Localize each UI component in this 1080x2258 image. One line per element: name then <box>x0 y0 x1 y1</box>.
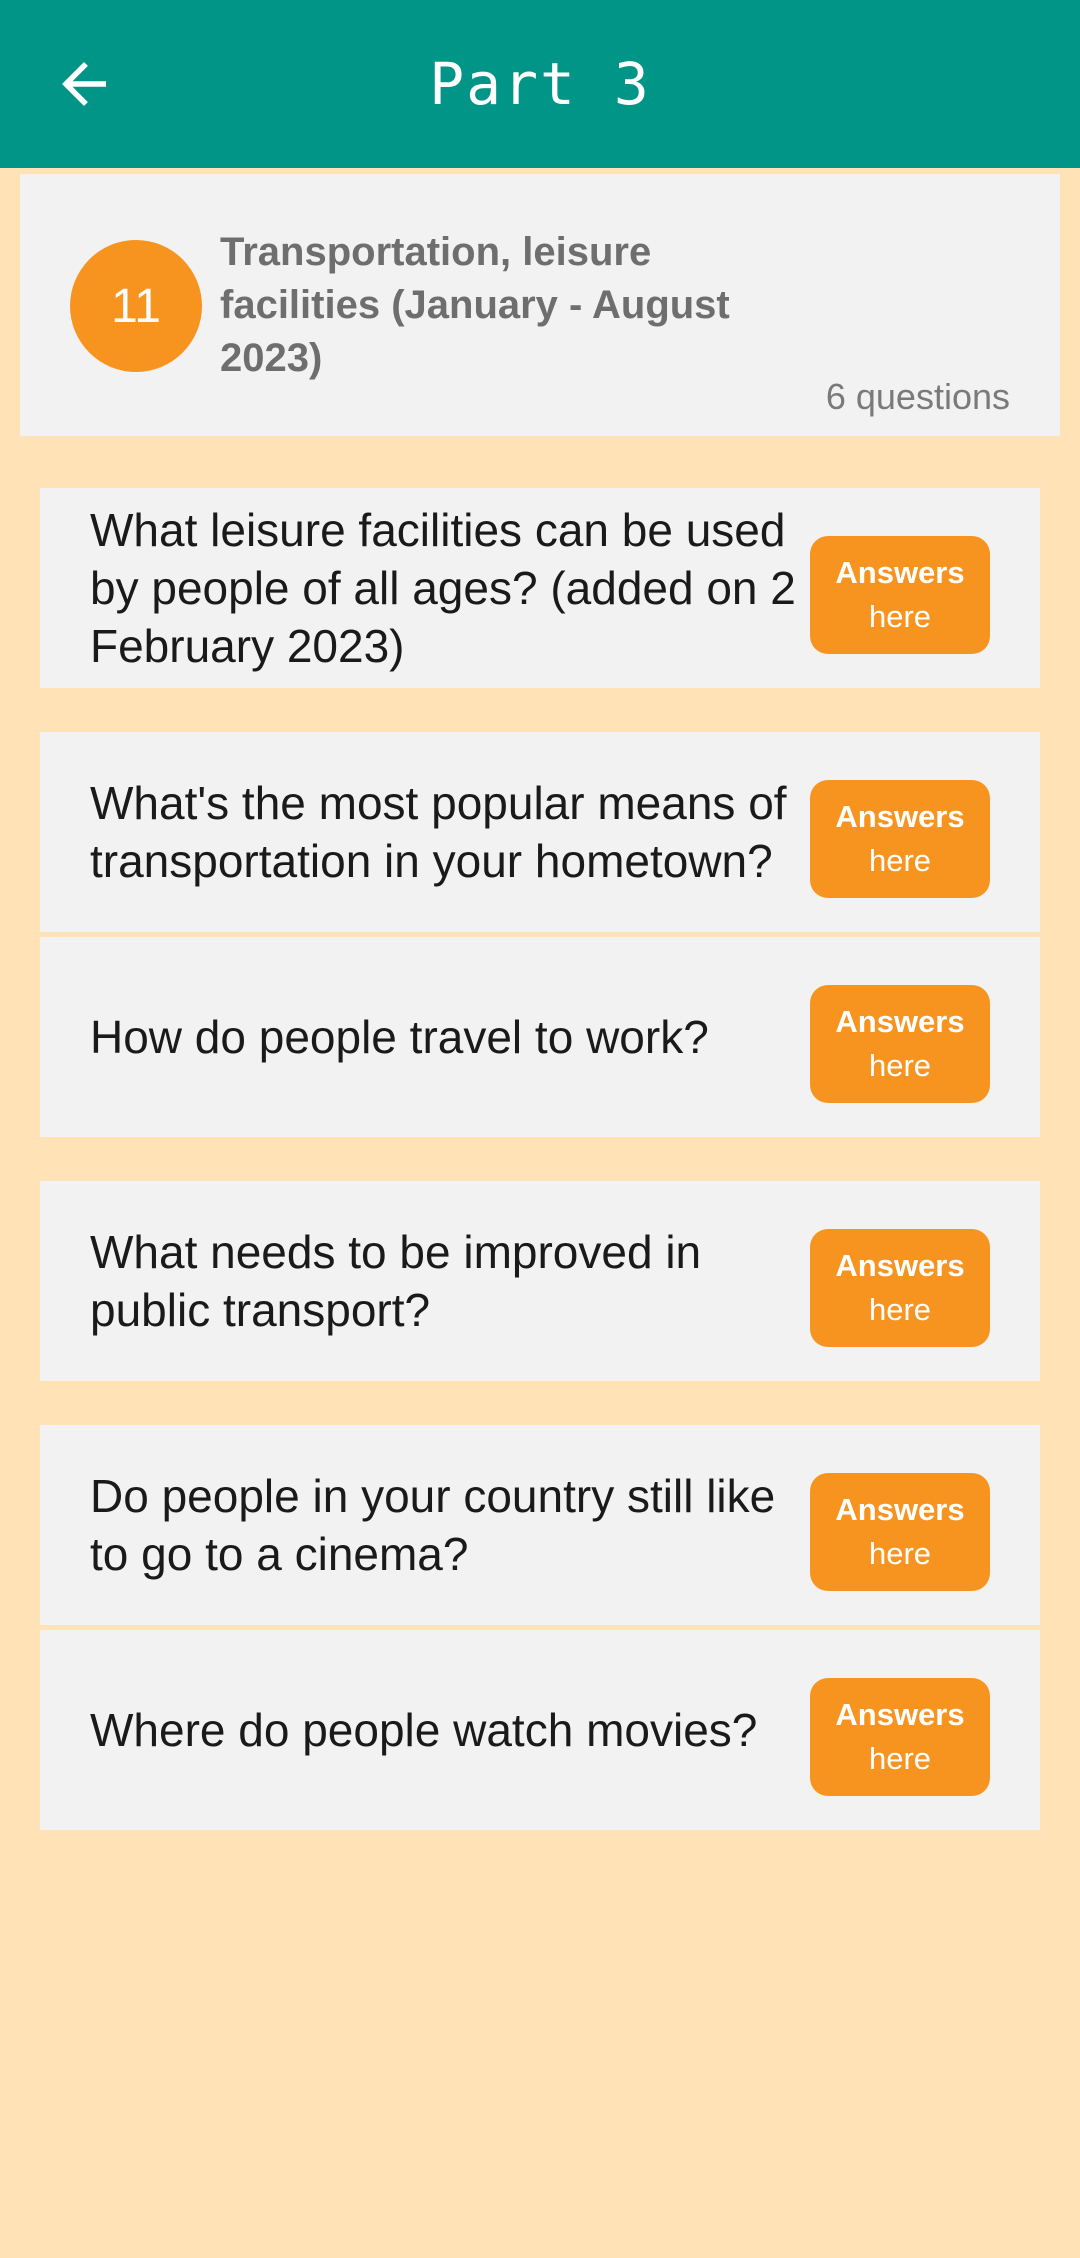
answers-button-sublabel: here <box>868 599 932 634</box>
answers-button-sublabel: here <box>868 1048 932 1083</box>
answers-button-label: Answers <box>835 555 965 590</box>
answers-button-label: Answers <box>835 1697 965 1732</box>
question-text: Where do people watch movies? <box>90 1704 758 1756</box>
topic-title: Transportation, leisure facilities (Janu… <box>220 230 730 380</box>
answers-button-label: Answers <box>835 799 965 834</box>
question-text: How do people travel to work? <box>90 1011 709 1063</box>
question-count: 6 questions <box>825 376 1010 417</box>
answers-button-label: Answers <box>835 1248 965 1283</box>
answers-button-sublabel: here <box>868 843 932 878</box>
question-card: What needs to be improved in public tran… <box>40 1181 1040 1381</box>
answers-button-sublabel: here <box>868 1292 932 1327</box>
answers-button-label: Answers <box>835 1004 965 1039</box>
app-header: Part 3 <box>0 0 1080 168</box>
answers-button[interactable]: Answers here <box>810 1229 990 1347</box>
answers-button[interactable]: Answers here <box>810 780 990 898</box>
question-text: What needs to be improved in public tran… <box>90 1226 702 1336</box>
question-text: What leisure facilities can be used by p… <box>90 504 796 672</box>
question-card: Where do people watch movies? Answers he… <box>40 1630 1040 1830</box>
answers-button[interactable]: Answers here <box>810 985 990 1103</box>
answers-button[interactable]: Answers here <box>810 1678 990 1796</box>
question-card: What leisure facilities can be used by p… <box>40 488 1040 688</box>
question-text: Do people in your country still like to … <box>90 1470 776 1580</box>
answers-button[interactable]: Answers here <box>810 1473 990 1591</box>
question-text: What's the most popular means of transpo… <box>90 777 787 887</box>
answers-button-sublabel: here <box>868 1536 932 1571</box>
question-card: Do people in your country still like to … <box>40 1425 1040 1625</box>
topic-number-badge: 11 <box>70 240 202 372</box>
page-title: Part 3 <box>429 50 651 118</box>
question-card: What's the most popular means of transpo… <box>40 732 1040 932</box>
answers-button[interactable]: Answers here <box>810 536 990 654</box>
answers-button-sublabel: here <box>868 1741 932 1776</box>
question-card: How do people travel to work? Answers he… <box>40 937 1040 1137</box>
topic-card: 11 Transportation, leisure facilities (J… <box>20 174 1060 436</box>
answers-button-label: Answers <box>835 1492 965 1527</box>
